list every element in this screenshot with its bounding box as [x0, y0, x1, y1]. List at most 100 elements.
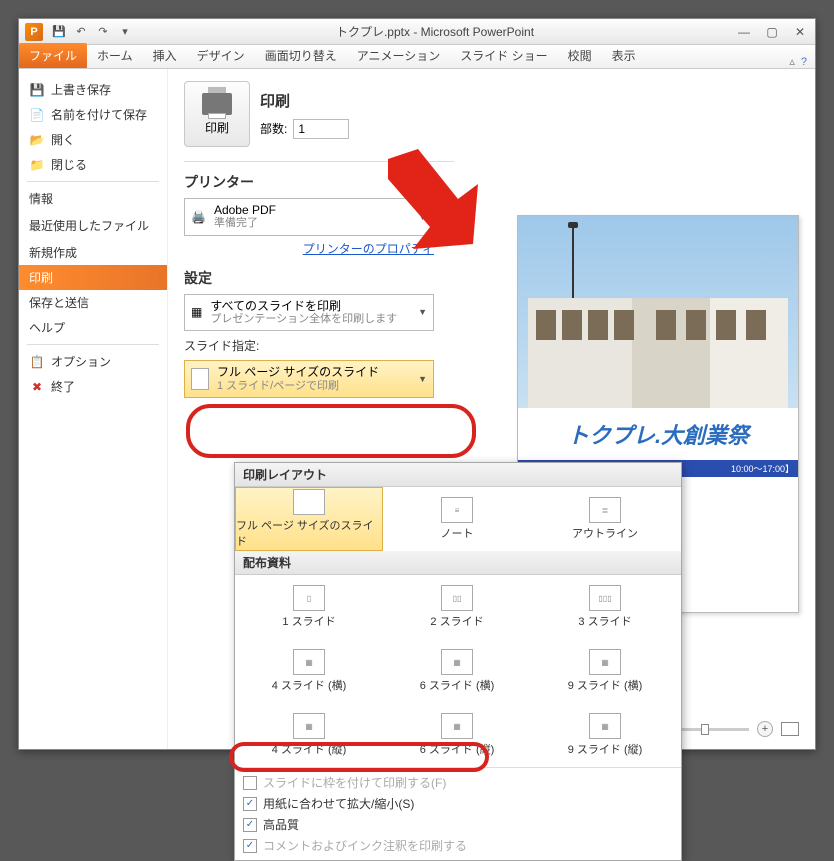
- checkbox-checked-icon: ✓: [243, 818, 257, 832]
- sidebar-print-label: 印刷: [29, 269, 53, 286]
- sidebar-saveandsend-label: 保存と送信: [29, 294, 89, 311]
- handout-4v[interactable]: ▦4 スライド (縦): [235, 703, 383, 767]
- sidebar-info[interactable]: 情報: [19, 186, 167, 211]
- sidebar-print[interactable]: 印刷: [19, 265, 167, 290]
- window-controls: — ▢ ✕: [735, 25, 809, 39]
- print-button[interactable]: 印刷: [184, 81, 250, 147]
- layout-gallery-popup: 印刷レイアウト フル ページ サイズのスライド ≡ノート ≣アウトライン 配布資…: [234, 462, 682, 861]
- handout-1[interactable]: ▯1 スライド: [235, 575, 383, 639]
- powerpoint-icon: P: [25, 23, 43, 41]
- outline-icon: ≣: [589, 497, 621, 523]
- minimize-button[interactable]: —: [735, 25, 753, 39]
- titlebar: P 💾 ↶ ↷ ▾ トクプレ.pptx - Microsoft PowerPoi…: [19, 19, 815, 45]
- slides-icon: ▦: [191, 305, 202, 319]
- handout-6v-icon: ▦: [441, 713, 473, 739]
- checkbox-icon: [243, 776, 257, 790]
- gallery-header-handout: 配布資料: [235, 551, 681, 575]
- layout-outline[interactable]: ≣アウトライン: [531, 487, 679, 551]
- full-page-icon: [293, 489, 325, 515]
- close-button[interactable]: ✕: [791, 25, 809, 39]
- sidebar-save[interactable]: 💾上書き保存: [19, 77, 167, 102]
- sidebar-new[interactable]: 新規作成: [19, 240, 167, 265]
- qat-dropdown-icon[interactable]: ▾: [115, 23, 135, 41]
- notes-icon: ≡: [441, 497, 473, 523]
- sidebar-saveas[interactable]: 📄名前を付けて保存: [19, 102, 167, 127]
- option-high-quality[interactable]: ✓高品質: [235, 814, 681, 835]
- undo-icon[interactable]: ↶: [71, 23, 91, 41]
- quick-access-toolbar: 💾 ↶ ↷ ▾: [49, 23, 135, 41]
- sidebar-open[interactable]: 📂開く: [19, 127, 167, 152]
- printer-small-icon: 🖨️: [191, 210, 206, 224]
- tab-review[interactable]: 校閲: [558, 43, 602, 68]
- print-range-label: すべてのスライドを印刷: [210, 299, 397, 313]
- redo-icon[interactable]: ↷: [93, 23, 113, 41]
- handout-9h[interactable]: ▦9 スライド (横): [531, 639, 679, 703]
- sidebar-help[interactable]: ヘルプ: [19, 315, 167, 340]
- tab-view[interactable]: 表示: [602, 43, 646, 68]
- option-scale-to-fit[interactable]: ✓用紙に合わせて拡大/縮小(S): [235, 793, 681, 814]
- tab-file[interactable]: ファイル: [19, 43, 87, 68]
- printer-properties-link[interactable]: プリンターのプロパティ: [303, 242, 434, 256]
- help-icon[interactable]: ?: [801, 56, 807, 68]
- layout-dropdown-sub: 1 スライド/ページで印刷: [217, 380, 379, 393]
- option-frame-slides[interactable]: スライドに枠を付けて印刷する(F): [235, 772, 681, 793]
- printer-status: 準備完了: [214, 217, 276, 230]
- sidebar-new-label: 新規作成: [29, 244, 77, 261]
- sidebar-recent-label: 最近使用したファイル: [29, 217, 149, 234]
- chevron-down-icon: ▼: [418, 374, 427, 384]
- preview-slide-title: トクプレ.大創業祭: [518, 408, 798, 460]
- chevron-down-icon: ▼: [418, 307, 427, 317]
- tab-transitions[interactable]: 画面切り替え: [255, 43, 347, 68]
- sidebar-exit[interactable]: ✖終了: [19, 374, 167, 399]
- sidebar-save-label: 上書き保存: [51, 81, 111, 98]
- tab-home[interactable]: ホーム: [87, 43, 143, 68]
- maximize-button[interactable]: ▢: [763, 25, 781, 39]
- page-icon: [191, 368, 209, 390]
- sidebar-saveandsend[interactable]: 保存と送信: [19, 290, 167, 315]
- layout-dropdown[interactable]: フル ページ サイズのスライド 1 スライド/ページで印刷 ▼: [184, 360, 434, 398]
- sidebar-options-label: オプション: [51, 353, 111, 370]
- sidebar-close-label: 閉じる: [51, 156, 87, 173]
- layout-dropdown-label: フル ページ サイズのスライド: [217, 365, 379, 379]
- preview-image: [518, 216, 798, 408]
- handout-4h-icon: ▦: [293, 649, 325, 675]
- sidebar-close[interactable]: 📁閉じる: [19, 152, 167, 177]
- sidebar-help-label: ヘルプ: [29, 319, 65, 336]
- printer-dropdown[interactable]: 🖨️ Adobe PDF 準備完了 ▼: [184, 198, 434, 236]
- handout-6h[interactable]: ▦6 スライド (横): [383, 639, 531, 703]
- print-button-label: 印刷: [205, 119, 229, 136]
- layout-full-page[interactable]: フル ページ サイズのスライド: [235, 487, 383, 551]
- tab-slideshow[interactable]: スライド ショー: [450, 43, 557, 68]
- zoom-fit-button[interactable]: [781, 722, 799, 736]
- tab-insert[interactable]: 挿入: [143, 43, 187, 68]
- zoom-in-button[interactable]: +: [757, 721, 773, 737]
- handout-4h[interactable]: ▦4 スライド (横): [235, 639, 383, 703]
- copies-input[interactable]: [293, 119, 349, 139]
- tab-design[interactable]: デザイン: [187, 43, 255, 68]
- checkbox-icon: ✓: [243, 839, 257, 853]
- sidebar-info-label: 情報: [29, 190, 53, 207]
- handout-9v-icon: ▦: [589, 713, 621, 739]
- option-print-comments[interactable]: ✓コメントおよびインク注釈を印刷する: [235, 835, 681, 856]
- tab-animations[interactable]: アニメーション: [347, 43, 451, 68]
- print-range-dropdown[interactable]: ▦ すべてのスライドを印刷 プレゼンテーション全体を印刷します ▼: [184, 294, 434, 332]
- handout-2[interactable]: ▯▯2 スライド: [383, 575, 531, 639]
- sidebar-saveas-label: 名前を付けて保存: [51, 106, 147, 123]
- layout-notes[interactable]: ≡ノート: [383, 487, 531, 551]
- ribbon-minimize-icon[interactable]: ▵: [789, 55, 795, 68]
- handout-4v-icon: ▦: [293, 713, 325, 739]
- printer-name: Adobe PDF: [214, 203, 276, 217]
- gallery-header-layout: 印刷レイアウト: [235, 463, 681, 487]
- print-heading: 印刷: [260, 90, 349, 111]
- zoom-slider-thumb[interactable]: [701, 724, 709, 735]
- sidebar-options[interactable]: 📋オプション: [19, 349, 167, 374]
- backstage-sidebar: 💾上書き保存 📄名前を付けて保存 📂開く 📁閉じる 情報 最近使用したファイル …: [19, 69, 167, 749]
- handout-9v[interactable]: ▦9 スライド (縦): [531, 703, 679, 767]
- exit-icon: ✖: [29, 379, 45, 395]
- save-icon[interactable]: 💾: [49, 23, 69, 41]
- checkbox-checked-icon: ✓: [243, 797, 257, 811]
- copies-label: 部数:: [260, 120, 287, 137]
- handout-3[interactable]: ▯▯▯3 スライド: [531, 575, 679, 639]
- sidebar-recent[interactable]: 最近使用したファイル: [19, 211, 167, 240]
- handout-6v[interactable]: ▦6 スライド (縦): [383, 703, 531, 767]
